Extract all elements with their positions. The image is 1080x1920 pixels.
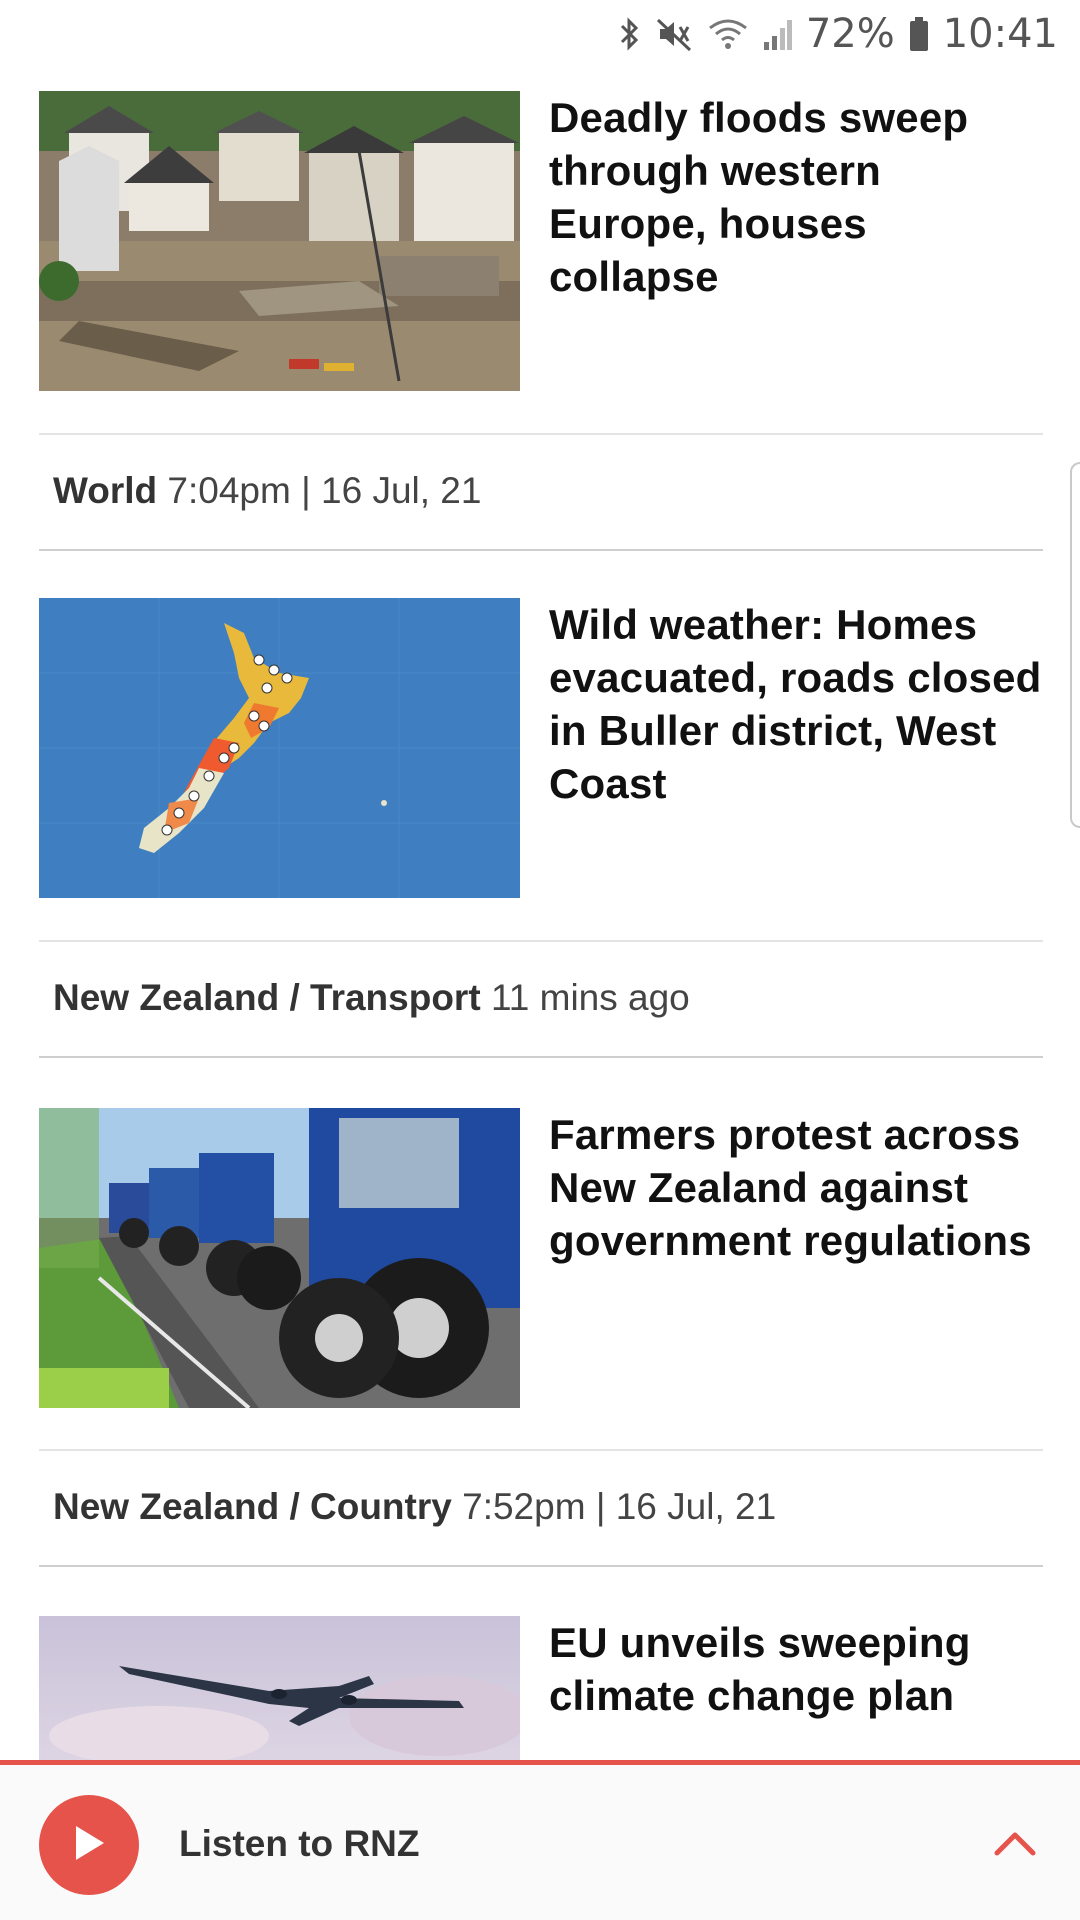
player-label[interactable]: Listen to RNZ xyxy=(179,1823,419,1865)
article-time: 7:04pm | 16 Jul, 21 xyxy=(167,470,482,511)
article-image[interactable] xyxy=(39,1616,520,1760)
article-time: 7:52pm | 16 Jul, 21 xyxy=(462,1486,777,1527)
airplane-image xyxy=(39,1616,520,1760)
battery-icon xyxy=(909,16,929,52)
article-section[interactable]: New Zealand / Transport xyxy=(53,977,481,1018)
play-button[interactable] xyxy=(39,1795,139,1895)
article-meta: World 7:04pm | 16 Jul, 21 xyxy=(53,470,481,512)
tractor-protest-image xyxy=(39,1108,520,1408)
article-image[interactable] xyxy=(39,91,520,391)
clock: 10:41 xyxy=(942,11,1058,57)
weather-map-image xyxy=(39,598,520,898)
article-headline[interactable]: Farmers protest across New Zealand again… xyxy=(549,1108,1042,1267)
divider xyxy=(39,1056,1043,1058)
bluetooth-icon xyxy=(618,16,642,52)
article-headline[interactable]: EU unveils sweeping climate change plan xyxy=(549,1616,1042,1722)
scroll-edge-handle[interactable] xyxy=(1070,462,1080,828)
article-card[interactable]: EU unveils sweeping climate change plan xyxy=(39,1616,1042,1760)
chevron-up-icon xyxy=(993,1829,1037,1864)
article-section[interactable]: New Zealand / Country xyxy=(53,1486,452,1527)
play-icon xyxy=(72,1824,106,1867)
article-image[interactable] xyxy=(39,598,520,898)
flood-village-image xyxy=(39,91,520,391)
article-card[interactable]: Wild weather: Homes evacuated, roads clo… xyxy=(39,598,1042,898)
article-section[interactable]: World xyxy=(53,470,157,511)
divider xyxy=(39,1565,1043,1567)
wifi-icon xyxy=(708,16,748,52)
divider xyxy=(39,549,1043,551)
article-time: 11 mins ago xyxy=(490,977,690,1018)
article-card[interactable]: Deadly floods sweep through western Euro… xyxy=(39,91,1042,391)
article-headline[interactable]: Wild weather: Homes evacuated, roads clo… xyxy=(549,598,1042,810)
battery-percent: 72% xyxy=(805,11,895,57)
status-bar: 72% 10:41 xyxy=(0,0,1080,68)
article-card[interactable]: Farmers protest across New Zealand again… xyxy=(39,1108,1042,1408)
article-meta: New Zealand / Transport 11 mins ago xyxy=(53,977,690,1019)
article-headline[interactable]: Deadly floods sweep through western Euro… xyxy=(549,91,1042,303)
article-image[interactable] xyxy=(39,1108,520,1408)
divider xyxy=(39,1449,1043,1451)
mute-icon xyxy=(656,16,694,52)
signal-icon xyxy=(762,16,792,52)
divider xyxy=(39,433,1043,435)
divider xyxy=(39,940,1043,942)
expand-player-button[interactable] xyxy=(990,1821,1040,1871)
audio-player-bar[interactable]: Listen to RNZ xyxy=(0,1760,1080,1920)
article-meta: New Zealand / Country 7:52pm | 16 Jul, 2… xyxy=(53,1486,776,1528)
